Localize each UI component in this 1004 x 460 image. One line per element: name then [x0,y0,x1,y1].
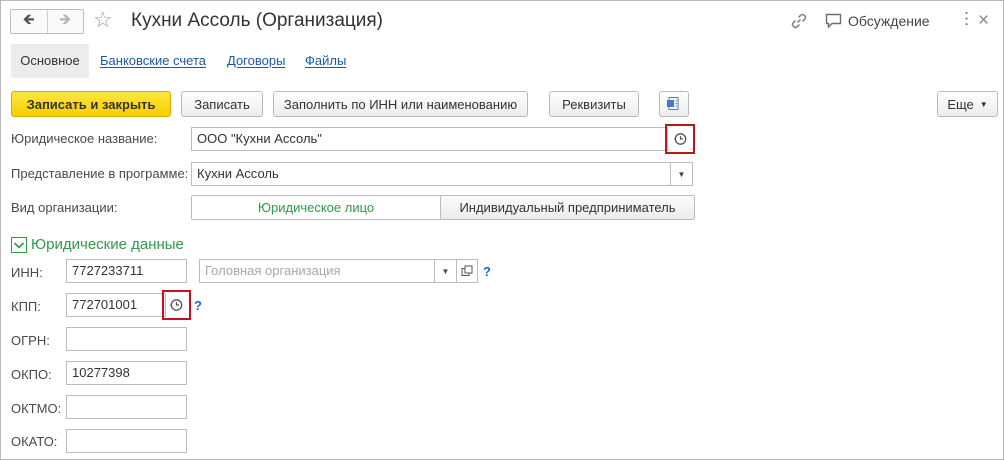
kpp-label: КПП: [11,299,41,314]
more-button[interactable]: Еще ▼ [937,91,998,117]
legal-data-title: Юридические данные [31,236,184,253]
chevron-down-icon: ▼ [979,99,988,109]
tab-contracts[interactable]: Договоры [227,44,285,78]
nav-buttons: 🡸 🡺 [10,9,84,34]
legal-name-label: Юридическое название: [11,131,158,146]
org-type-entrepreneur[interactable]: Индивидуальный предприниматель [441,195,695,220]
display-name-label: Представление в программе: [11,166,189,181]
back-arrow-icon[interactable]: 🡸 [11,10,47,33]
chevron-down-icon: ▼ [677,169,686,179]
forward-arrow-icon[interactable]: 🡺 [46,10,84,33]
okato-label: ОКАТО: [11,434,58,449]
ogrn-label: ОГРН: [11,333,50,348]
save-button[interactable]: Записать [181,91,263,117]
open-head-org-button[interactable] [456,259,478,283]
more-menu-icon[interactable]: ⋯ [956,10,976,26]
tab-bank-accounts[interactable]: Банковские счета [100,44,206,78]
report-icon [667,97,679,110]
link-icon[interactable] [790,12,808,30]
display-name-field[interactable]: Кухни Ассоль [191,162,671,186]
fill-by-inn-button[interactable]: Заполнить по ИНН или наименованию [273,91,528,117]
discussion-link[interactable]: Обсуждение [848,13,930,29]
open-window-icon [461,265,473,276]
legal-name-field[interactable]: ООО "Кухни Ассоль" [191,127,668,151]
save-and-close-button[interactable]: Записать и закрыть [11,91,171,117]
favorite-star-icon[interactable]: ☆ [93,7,113,33]
page-title: Кухни Ассоль (Организация) [131,10,384,31]
requisites-button[interactable]: Реквизиты [549,91,639,117]
legal-data-group-header[interactable]: Юридические данные [11,236,184,253]
okato-field[interactable] [66,429,187,453]
kpp-history-highlight [162,290,191,320]
head-org-dropdown[interactable]: ▼ [435,259,457,283]
report-button[interactable] [659,91,689,117]
inn-help-icon[interactable]: ? [483,264,491,279]
kpp-field[interactable]: 772701001 [66,293,166,317]
org-type-legal-entity[interactable]: Юридическое лицо [191,195,441,220]
collapse-chevron-icon [11,236,27,253]
okpo-label: ОКПО: [11,367,52,382]
close-icon[interactable]: × [978,9,989,33]
oktmo-label: ОКТМО: [11,401,62,416]
oktmo-field[interactable] [66,395,187,419]
head-org-field[interactable]: Головная организация [199,259,435,283]
tab-files[interactable]: Файлы [305,44,346,78]
org-type-label: Вид организации: [11,200,118,215]
history-button-highlight [665,124,695,154]
inn-label: ИНН: [11,265,43,280]
ogrn-field[interactable] [66,327,187,351]
okpo-field[interactable]: 10277398 [66,361,187,385]
tab-main[interactable]: Основное [11,44,89,78]
kpp-help-icon[interactable]: ? [194,298,202,313]
display-name-dropdown[interactable]: ▼ [671,162,693,186]
more-button-label: Еще [947,96,974,112]
discussion-icon[interactable] [825,13,842,29]
chevron-down-icon: ▼ [441,266,450,276]
inn-field[interactable]: 7727233711 [66,259,187,283]
